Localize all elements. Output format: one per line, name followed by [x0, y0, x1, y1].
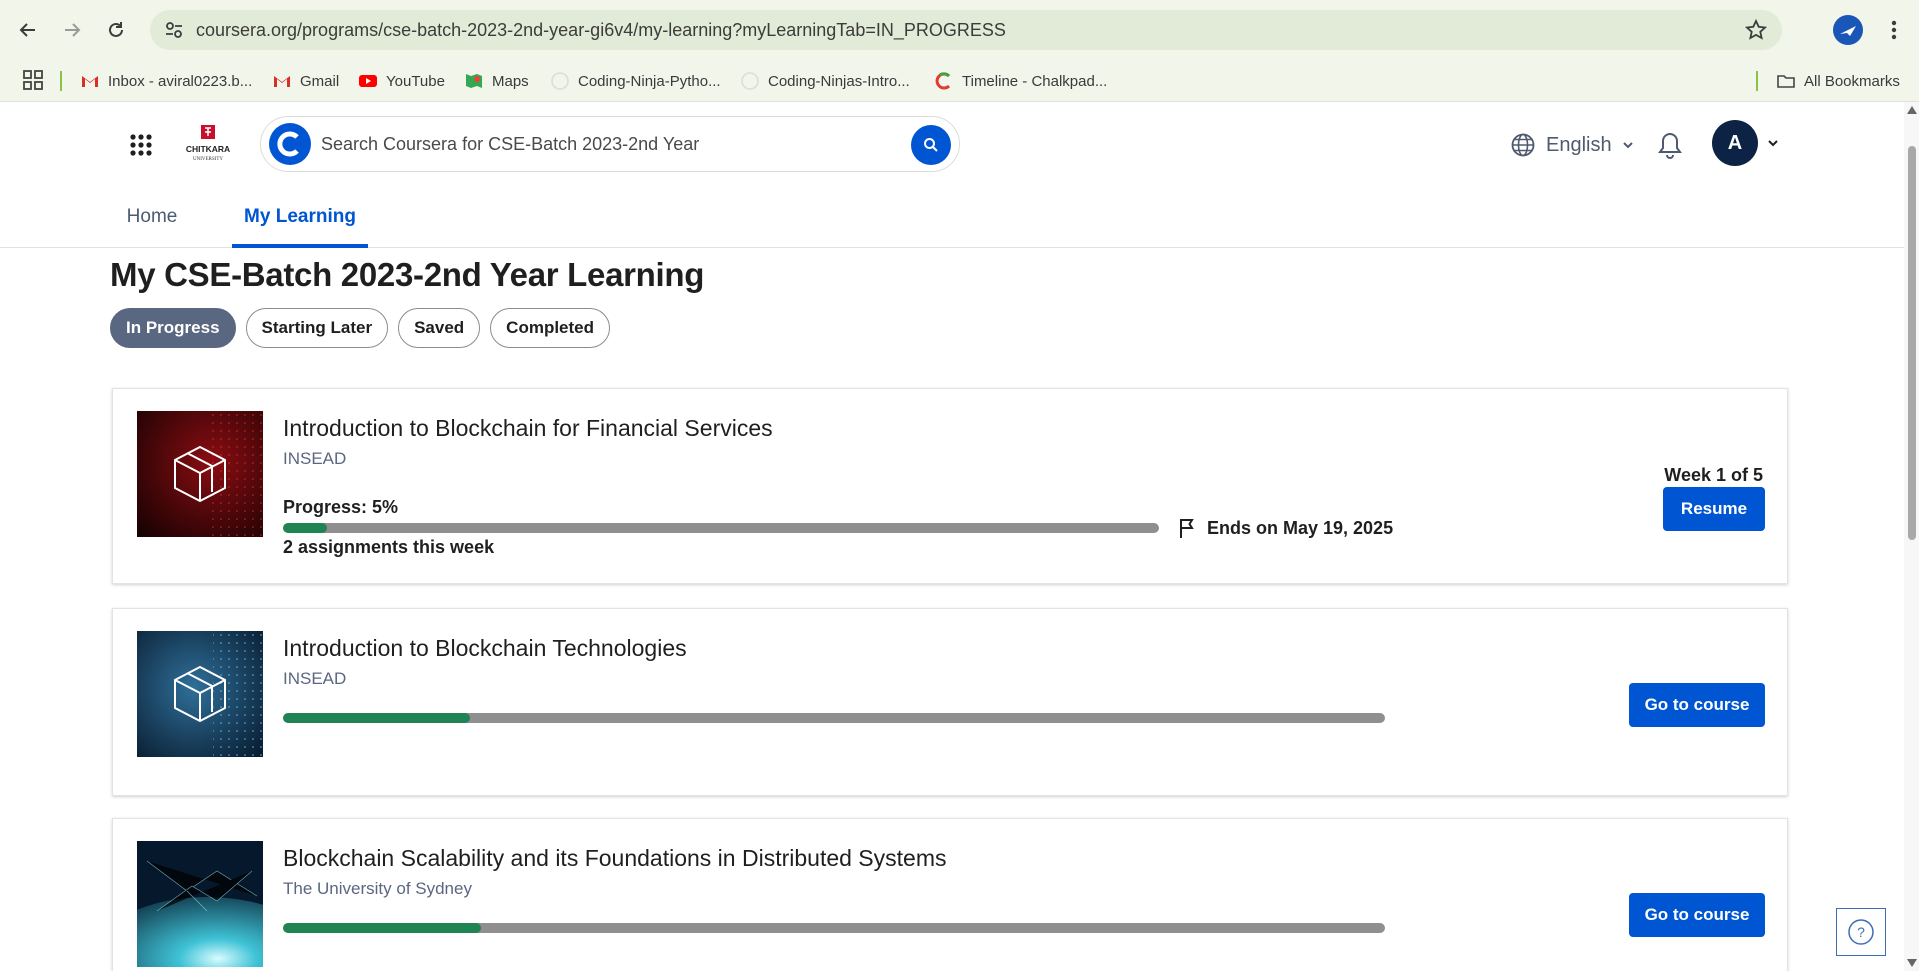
assignments-this-week: 2 assignments this week [283, 537, 495, 557]
back-icon[interactable] [12, 14, 44, 46]
chitkara-logo[interactable]: CHITKARA UNIVERSITY [186, 124, 230, 164]
course-thumbnail[interactable] [137, 841, 263, 967]
gmail-icon [274, 76, 290, 87]
search-button[interactable] [911, 125, 951, 165]
search-icon [924, 138, 938, 152]
bookmark-separator [1756, 71, 1758, 91]
bookmark-timeline-chalkpad[interactable]: Timeline - Chalkpad... [934, 60, 1107, 102]
course-title[interactable]: Introduction to Blockchain for Financial… [283, 415, 773, 442]
forward-icon[interactable] [56, 14, 88, 46]
search-bar [260, 116, 960, 172]
progress-bar [283, 923, 1385, 933]
bookmarks-bar: Inbox - aviral0223.b... Gmail YouTube Ma… [0, 60, 1919, 102]
folder-icon [1777, 75, 1795, 88]
course-card[interactable]: Introduction to Blockchain Technologies … [112, 608, 1788, 796]
browser-menu-icon[interactable] [1880, 16, 1908, 44]
github-icon [741, 72, 759, 90]
coursera-page: CHITKARA UNIVERSITY English A Home My Le… [0, 102, 1904, 971]
bookmark-separator [60, 71, 62, 91]
logo-text: CHITKARA [186, 144, 230, 154]
scroll-down-arrow[interactable] [1907, 959, 1917, 967]
language-selector[interactable]: English [1510, 128, 1634, 162]
browser-profile-avatar[interactable] [1833, 15, 1863, 45]
bookmark-gmail[interactable]: Gmail [272, 60, 339, 102]
week-indicator: Week 1 of 5 [1664, 465, 1763, 485]
bookmark-youtube[interactable]: YouTube [358, 60, 445, 102]
filter-starting-later[interactable]: Starting Later [245, 308, 389, 348]
url-text[interactable]: coursera.org/programs/cse-batch-2023-2nd… [196, 20, 1006, 41]
language-label: English [1546, 133, 1612, 156]
filter-saved[interactable]: Saved [398, 308, 481, 348]
help-label: ? [1857, 924, 1865, 940]
course-partner: The University of Sydney [283, 879, 472, 898]
chevron-down-icon[interactable] [1766, 136, 1780, 150]
progress-bar [283, 713, 1385, 723]
scrollbar-thumb[interactable] [1908, 146, 1916, 540]
notifications-bell-icon[interactable] [1656, 130, 1684, 160]
progress-fill [283, 923, 482, 933]
browser-toolbar: coursera.org/programs/cse-batch-2023-2nd… [0, 0, 1919, 60]
all-bookmarks-label: All Bookmarks [1804, 72, 1900, 90]
go-to-course-button[interactable]: Go to course [1629, 893, 1765, 937]
youtube-icon [359, 75, 377, 87]
site-settings-icon[interactable] [164, 20, 184, 40]
chevron-down-icon [1622, 142, 1633, 149]
scroll-up-arrow[interactable] [1907, 106, 1917, 114]
progress-bar [283, 523, 1159, 533]
gmail-icon [82, 76, 98, 87]
reload-icon[interactable] [100, 14, 132, 46]
site-header: CHITKARA UNIVERSITY English A Home My Le… [0, 102, 1904, 248]
resume-button[interactable]: Resume [1663, 487, 1765, 531]
tab-my-learning[interactable]: My Learning [232, 198, 368, 248]
coursera-logo-icon[interactable] [269, 123, 311, 165]
filter-completed[interactable]: Completed [490, 308, 611, 348]
course-title[interactable]: Introduction to Blockchain Technologies [283, 635, 687, 662]
filter-chips: In Progress Starting Later Saved Complet… [110, 308, 611, 348]
course-partner: INSEAD [283, 669, 347, 688]
go-to-course-button[interactable]: Go to course [1629, 683, 1765, 727]
search-input[interactable] [321, 129, 881, 159]
bookmark-label: Coding-Ninja-Pytho... [578, 72, 721, 90]
bookmark-star-icon[interactable] [1744, 18, 1768, 42]
apps-shortcut-icon[interactable] [22, 69, 44, 91]
bookmark-maps[interactable]: Maps [464, 60, 529, 102]
flag-icon [1180, 519, 1194, 538]
chalkpad-icon [935, 72, 951, 90]
course-thumbnail[interactable] [137, 631, 263, 757]
bookmark-inbox[interactable]: Inbox - aviral0223.b... [80, 60, 252, 102]
apps-grid-icon[interactable] [128, 132, 154, 158]
bookmark-label: Gmail [300, 72, 340, 90]
end-date-text: Ends on May 19, 2025 [1207, 517, 1394, 538]
bookmark-label: Maps [492, 72, 529, 90]
course-card[interactable]: Blockchain Scalability and its Foundatio… [112, 818, 1788, 971]
bookmark-label: Timeline - Chalkpad... [962, 72, 1108, 90]
bookmark-label: Coding-Ninjas-Intro... [768, 72, 910, 90]
globe-icon [1511, 133, 1535, 157]
address-bar[interactable]: coursera.org/programs/cse-batch-2023-2nd… [150, 10, 1782, 50]
course-thumbnail[interactable] [137, 411, 263, 537]
bookmark-label: YouTube [386, 72, 445, 90]
page-title: My CSE-Batch 2023-2nd Year Learning [110, 256, 705, 293]
filter-in-progress[interactable]: In Progress [110, 308, 236, 348]
maps-icon [466, 74, 482, 88]
tab-home[interactable]: Home [126, 198, 178, 248]
help-icon: ? [1848, 919, 1874, 945]
logo-subtext: UNIVERSITY [193, 157, 223, 162]
bookmark-coding-ninja-python[interactable]: Coding-Ninja-Pytho... [550, 60, 721, 102]
page-scrollbar[interactable] [1904, 102, 1919, 971]
all-bookmarks-button[interactable]: All Bookmarks [1776, 60, 1900, 102]
progress-fill [283, 523, 327, 533]
course-title[interactable]: Blockchain Scalability and its Foundatio… [283, 845, 947, 872]
github-icon [551, 72, 569, 90]
course-end-date: Ends on May 19, 2025 [1177, 517, 1393, 539]
progress-fill [283, 713, 471, 723]
course-partner: INSEAD [283, 449, 347, 468]
user-avatar[interactable]: A [1712, 120, 1758, 166]
course-card[interactable]: Introduction to Blockchain for Financial… [112, 388, 1788, 584]
progress-label: Progress: 5% [283, 497, 399, 517]
bookmark-coding-ninjas-intro[interactable]: Coding-Ninjas-Intro... [740, 60, 910, 102]
bookmark-label: Inbox - aviral0223.b... [108, 72, 253, 90]
help-button[interactable]: ? [1836, 908, 1886, 956]
